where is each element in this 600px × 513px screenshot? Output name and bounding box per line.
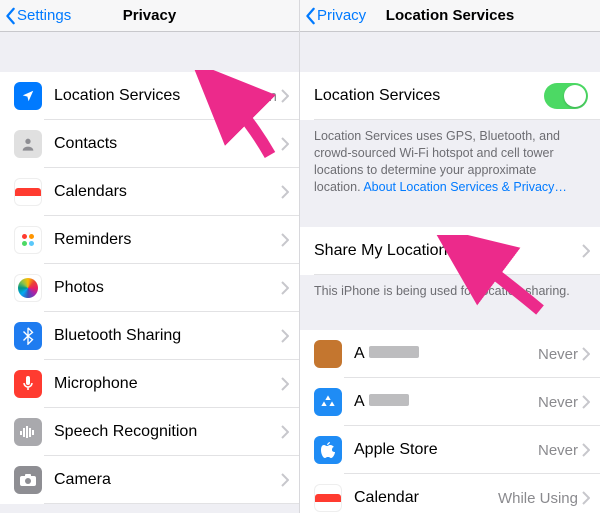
- row-label: Bluetooth Sharing: [54, 327, 281, 345]
- bluetooth-icon: [14, 322, 42, 350]
- master-toggle-list: Location Services: [300, 72, 600, 120]
- row-location-services[interactable]: Location Services On: [0, 72, 299, 120]
- chevron-right-icon: [281, 281, 289, 295]
- row-label: Camera: [54, 471, 281, 489]
- chevron-right-icon: [281, 425, 289, 439]
- contacts-icon: [14, 130, 42, 158]
- row-value: Never: [538, 442, 578, 459]
- toggle-switch[interactable]: [544, 83, 588, 109]
- chevron-right-icon: [582, 244, 590, 258]
- chevron-right-icon: [582, 347, 590, 361]
- row-value: Never: [538, 394, 578, 411]
- section-gap: [300, 202, 600, 227]
- back-button-settings[interactable]: Settings: [0, 7, 71, 25]
- section-gap: [300, 305, 600, 330]
- row-label: Photos: [54, 279, 281, 297]
- row-label: Apple Store: [354, 441, 538, 459]
- back-label: Settings: [17, 7, 71, 24]
- chevron-right-icon: [281, 89, 289, 103]
- about-link[interactable]: About Location Services & Privacy…: [363, 180, 567, 194]
- row-contacts[interactable]: Contacts: [0, 120, 299, 168]
- row-label: Reminders: [54, 231, 281, 249]
- microphone-icon: [14, 370, 42, 398]
- share-description: This iPhone is being used for location s…: [300, 275, 600, 306]
- row-share-location[interactable]: Share My Location: [300, 227, 600, 275]
- app-icon: [314, 388, 342, 416]
- photos-icon: [14, 274, 42, 302]
- row-value: While Using: [498, 490, 578, 507]
- location-services-pane: Privacy Location Services Location Servi…: [300, 0, 600, 513]
- location-description: Location Services uses GPS, Bluetooth, a…: [300, 120, 600, 202]
- row-calendars[interactable]: Calendars: [0, 168, 299, 216]
- row-label: Speech Recognition: [54, 423, 281, 441]
- chevron-right-icon: [582, 443, 590, 457]
- apple-store-icon: [314, 436, 342, 464]
- row-label: Location Services: [54, 87, 257, 105]
- row-photos[interactable]: Photos: [0, 264, 299, 312]
- calendar-icon: [14, 178, 42, 206]
- apps-list: A Never A Never Apple Store Never: [300, 330, 600, 513]
- row-camera[interactable]: Camera: [0, 456, 299, 504]
- section-gap: [300, 32, 600, 72]
- section-gap: [0, 32, 299, 72]
- chevron-right-icon: [281, 137, 289, 151]
- chevron-right-icon: [582, 395, 590, 409]
- privacy-pane: Settings Privacy Location Services On Co…: [0, 0, 300, 513]
- row-label: A: [354, 393, 538, 411]
- chevron-left-icon: [304, 7, 318, 25]
- row-value: On: [257, 88, 277, 105]
- row-speech[interactable]: Speech Recognition: [0, 408, 299, 456]
- row-label: Calendar: [354, 489, 498, 507]
- row-label: Contacts: [54, 135, 281, 153]
- row-reminders[interactable]: Reminders: [0, 216, 299, 264]
- blurred-text: [369, 346, 419, 358]
- row-label: Share My Location: [314, 242, 582, 260]
- row-label: Microphone: [54, 375, 281, 393]
- row-location-toggle[interactable]: Location Services: [300, 72, 600, 120]
- navbar-left: Settings Privacy: [0, 0, 299, 32]
- back-button-privacy[interactable]: Privacy: [300, 7, 366, 25]
- row-value: Never: [538, 346, 578, 363]
- chevron-right-icon: [281, 185, 289, 199]
- row-app[interactable]: A Never: [300, 330, 600, 378]
- row-microphone[interactable]: Microphone: [0, 360, 299, 408]
- chevron-right-icon: [281, 329, 289, 343]
- row-calendar-app[interactable]: Calendar While Using: [300, 474, 600, 513]
- calendar-icon: [314, 484, 342, 512]
- chevron-right-icon: [582, 491, 590, 505]
- back-label: Privacy: [317, 7, 366, 24]
- row-label: A: [354, 345, 538, 363]
- chevron-right-icon: [281, 233, 289, 247]
- chevron-right-icon: [281, 473, 289, 487]
- reminders-icon: [14, 226, 42, 254]
- speech-icon: [14, 418, 42, 446]
- camera-icon: [14, 466, 42, 494]
- location-icon: [14, 82, 42, 110]
- row-app[interactable]: A Never: [300, 378, 600, 426]
- blurred-text: [369, 394, 409, 406]
- chevron-left-icon: [4, 7, 18, 25]
- share-location-list: Share My Location: [300, 227, 600, 275]
- chevron-right-icon: [281, 377, 289, 391]
- navbar-right: Privacy Location Services: [300, 0, 600, 32]
- row-apple-store[interactable]: Apple Store Never: [300, 426, 600, 474]
- privacy-list: Location Services On Contacts Calendars: [0, 72, 299, 504]
- row-label: Location Services: [314, 87, 544, 105]
- row-label: Calendars: [54, 183, 281, 201]
- app-icon: [314, 340, 342, 368]
- row-bluetooth[interactable]: Bluetooth Sharing: [0, 312, 299, 360]
